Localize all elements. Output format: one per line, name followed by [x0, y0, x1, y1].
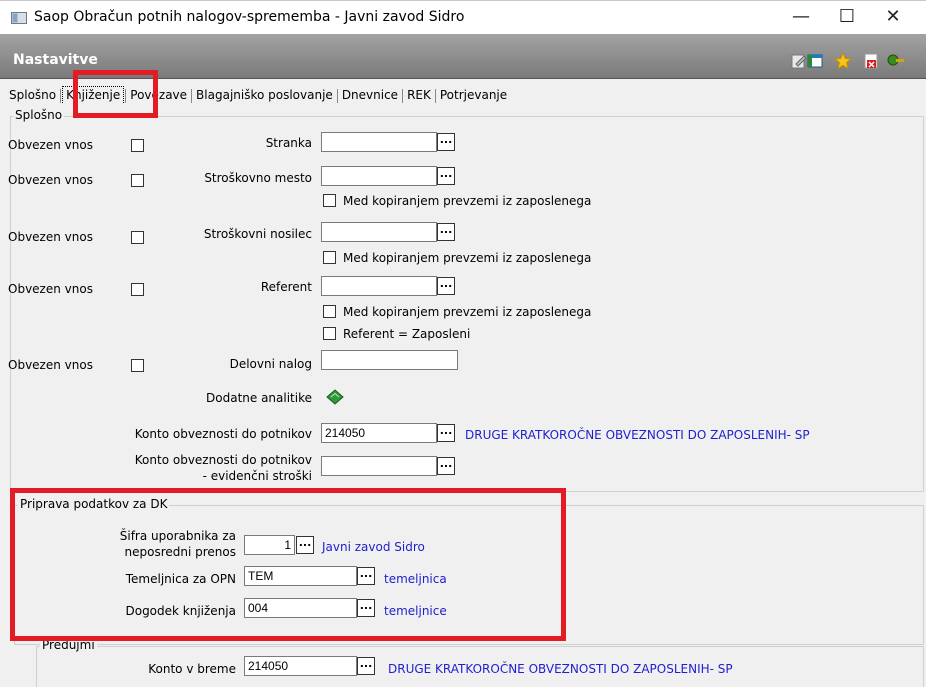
stroskovno-mesto-label: Stroškovno mesto — [204, 171, 312, 185]
obvezen-delovni-nalog-checkbox[interactable] — [131, 359, 144, 372]
exit-icon[interactable] — [862, 52, 880, 70]
tab-rek[interactable]: REK — [404, 87, 434, 103]
konto-evidencni-label-line1: Konto obveznosti do potnikov — [134, 453, 312, 467]
close-icon[interactable]: ✕ — [870, 4, 916, 30]
tab-separator — [60, 88, 62, 103]
med-kopiranjem-referent-checkbox[interactable] — [323, 305, 336, 318]
stroskovno-mesto-browse-button[interactable]: ... — [437, 167, 455, 185]
table-icon[interactable] — [806, 52, 824, 70]
obvezen-stroskmesto-checkbox[interactable] — [131, 174, 144, 187]
star-icon[interactable] — [834, 52, 852, 70]
referent-browse-button[interactable]: ... — [437, 277, 455, 295]
konto-v-breme-browse-button[interactable]: ... — [357, 657, 375, 675]
highlight-box-dk — [10, 488, 566, 641]
med-kopiranjem-label: Med kopiranjem prevzemi iz zaposlenega — [343, 194, 592, 208]
med-kopiranjem-nosilec-checkbox[interactable] — [323, 251, 336, 264]
highlight-box-tab — [73, 70, 158, 118]
tab-separator — [336, 88, 338, 103]
tab-splosno[interactable]: Splošno — [6, 87, 59, 103]
tab-potrjevanje[interactable]: Potrjevanje — [437, 87, 510, 103]
stroskovno-mesto-input[interactable] — [321, 166, 437, 186]
tab-separator — [191, 88, 193, 103]
green-key-icon[interactable] — [886, 52, 904, 70]
obvezen-vnos-label: Obvezen vnos — [8, 173, 93, 187]
delovni-nalog-input[interactable] — [321, 350, 458, 370]
tab-dnevnice[interactable]: Dnevnice — [339, 87, 401, 103]
obvezen-referent-checkbox[interactable] — [131, 283, 144, 296]
konto-v-breme-label: Konto v breme — [148, 662, 236, 676]
stranka-browse-button[interactable]: ... — [437, 133, 455, 151]
stranka-input[interactable] — [321, 132, 437, 152]
maximize-icon[interactable]: ☐ — [824, 4, 870, 30]
tab-blagajnisko[interactable]: Blagajniško poslovanje — [193, 87, 336, 103]
referent-label: Referent — [260, 280, 312, 294]
konto-obveznosti-input[interactable]: 214050 — [321, 423, 437, 443]
referent-zaposleni-label: Referent = Zaposleni — [343, 327, 471, 341]
konto-v-breme-input[interactable]: 214050 — [244, 656, 357, 676]
obvezen-vnos-label: Obvezen vnos — [8, 230, 93, 244]
stroskovni-nosilec-label: Stroškovni nosilec — [203, 227, 312, 241]
konto-evidencni-label-line2: - evidenčni stroški — [202, 469, 312, 483]
splosno-group-label: Splošno — [13, 108, 65, 122]
dodatne-analitike-label: Dodatne analitike — [206, 391, 312, 405]
stroskovni-nosilec-input[interactable] — [321, 222, 437, 242]
med-kopiranjem-label: Med kopiranjem prevzemi iz zaposlenega — [343, 305, 592, 319]
tab-separator — [434, 88, 436, 103]
stranka-label: Stranka — [265, 136, 312, 150]
minimize-icon[interactable]: — — [778, 4, 824, 30]
konto-obveznosti-browse-button[interactable]: ... — [437, 424, 455, 442]
app-icon — [11, 12, 27, 24]
stroskovni-nosilec-browse-button[interactable]: ... — [437, 223, 455, 241]
konto-v-breme-description: DRUGE KRATKOROČNE OBVEZNOSTI DO ZAPOSLEN… — [388, 662, 733, 676]
referent-input[interactable] — [321, 276, 437, 296]
konto-evidencni-browse-button[interactable]: ... — [437, 457, 455, 475]
referent-zaposleni-checkbox[interactable] — [323, 327, 336, 340]
book-icon[interactable] — [325, 388, 345, 406]
window-title: Saop Obračun potnih nalogov-sprememba - … — [34, 9, 465, 25]
konto-obveznosti-description: DRUGE KRATKOROČNE OBVEZNOSTI DO ZAPOSLEN… — [465, 428, 810, 442]
obvezen-vnos-label: Obvezen vnos — [8, 138, 93, 152]
med-kopiranjem-mesto-checkbox[interactable] — [323, 194, 336, 207]
obvezen-vnos-label: Obvezen vnos — [8, 282, 93, 296]
page-title: Nastavitve — [13, 52, 98, 68]
obvezen-nosilec-checkbox[interactable] — [131, 231, 144, 244]
obvezen-stranka-checkbox[interactable] — [131, 139, 144, 152]
med-kopiranjem-label: Med kopiranjem prevzemi iz zaposlenega — [343, 251, 592, 265]
delovni-nalog-label: Delovni nalog — [229, 357, 312, 371]
tab-separator — [402, 88, 404, 103]
obvezen-vnos-label: Obvezen vnos — [8, 358, 93, 372]
konto-obveznosti-label: Konto obveznosti do potnikov — [134, 427, 312, 441]
konto-evidencni-input[interactable] — [321, 456, 437, 476]
